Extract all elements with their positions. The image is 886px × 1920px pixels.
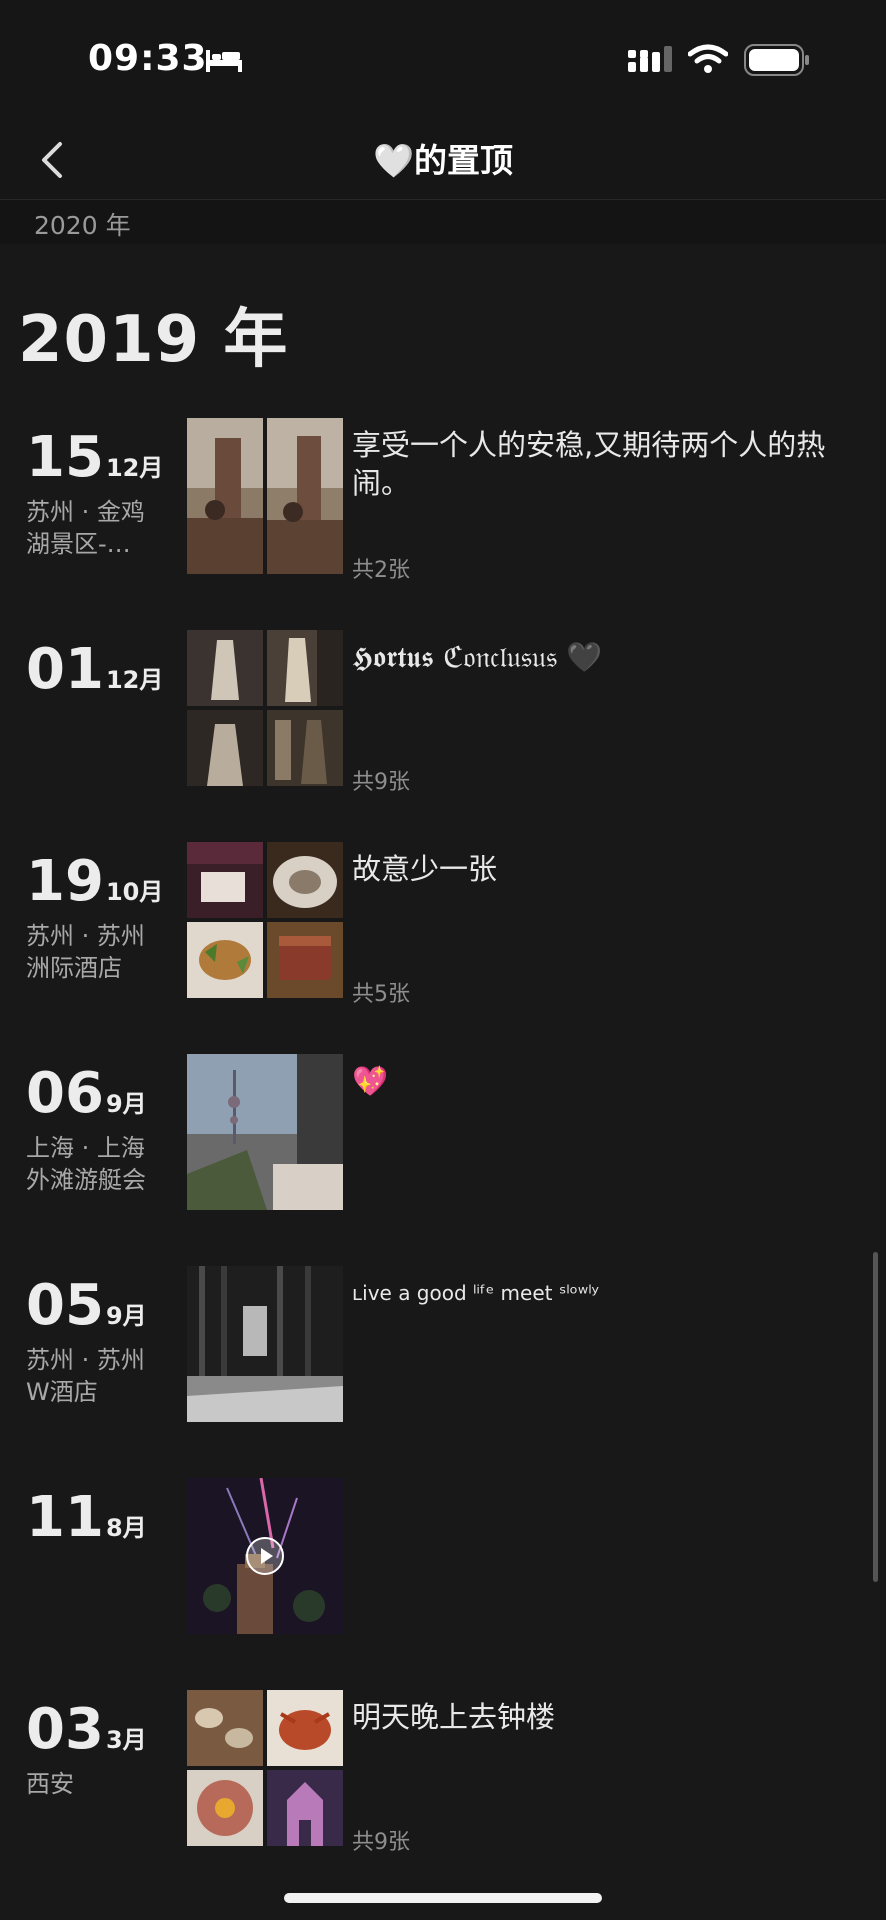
photo-thumbnail [187, 418, 263, 574]
battery-icon [744, 44, 809, 76]
entry-date: 118月 [26, 1488, 176, 1548]
entry-day: 19 [26, 849, 104, 914]
entry-caption: 明天晚上去钟楼 [352, 1700, 556, 1734]
entry-month: 3月 [105, 1726, 147, 1754]
photo-thumbnail [267, 842, 343, 918]
navigation-bar: 🤍的置顶 [0, 120, 886, 200]
entry-month: 8月 [105, 1514, 147, 1542]
timeline-entry[interactable]: 1910月 苏州 · 苏州洲际酒店 故意少一张 共5张 [0, 842, 886, 1012]
entry-day: 11 [26, 1485, 104, 1550]
entry-caption: ʟive a good ˡⁱᶠᵉ meet ˢˡᵒʷˡʸ [352, 1281, 599, 1305]
app-screen: 09:33 🤍的置顶 2020 年 2019 年 1512月 苏州 · 金鸡湖景… [0, 0, 886, 1920]
entry-day: 01 [26, 637, 104, 702]
photo-thumbnail [187, 1770, 263, 1846]
status-time: 09:33 [88, 38, 208, 79]
entry-location: 西安 [26, 1770, 74, 1798]
sticky-year-label: 2020 年 [34, 211, 131, 240]
page-title: 🤍的置顶 [372, 141, 514, 180]
entry-location: 苏州 · 苏州W酒店 [26, 1346, 145, 1406]
photo-thumbnail [187, 710, 263, 786]
entry-location: 苏州 · 金鸡湖景区-… [26, 498, 145, 558]
entry-date: 1910月 苏州 · 苏州洲际酒店 [26, 852, 176, 984]
photo-thumbnail [267, 630, 343, 706]
photo-thumbnail [267, 922, 343, 998]
entry-day: 06 [26, 1061, 104, 1126]
entry-day: 03 [26, 1697, 104, 1762]
status-bar: 09:33 [0, 0, 886, 120]
photo-thumbnail [187, 1054, 343, 1210]
play-icon[interactable] [245, 1536, 285, 1576]
sleep-bed-icon [206, 50, 242, 72]
entry-date: 0112月 [26, 640, 176, 708]
photo-thumbnail [267, 710, 343, 786]
entry-photo-grid[interactable] [187, 418, 343, 574]
entry-photo-grid[interactable] [187, 842, 343, 998]
entry-date: 033月 西安 [26, 1700, 176, 1800]
home-indicator[interactable] [284, 1893, 602, 1903]
photo-thumbnail [267, 1690, 343, 1766]
scrollbar[interactable] [873, 1252, 878, 1582]
photo-thumbnail [267, 418, 343, 574]
cellular-signal-icon [628, 46, 672, 72]
photo-thumbnail [187, 922, 263, 998]
entry-month: 10月 [105, 878, 164, 906]
entry-month: 9月 [105, 1302, 147, 1330]
entry-date: 1512月 苏州 · 金鸡湖景区-… [26, 428, 176, 560]
entry-location: 苏州 · 苏州洲际酒店 [26, 922, 145, 982]
entry-caption: 故意少一张 [352, 852, 498, 886]
entry-month: 12月 [105, 454, 164, 482]
photo-thumbnail [187, 842, 263, 918]
entry-caption: 💖 [352, 1064, 389, 1098]
entry-day: 15 [26, 425, 104, 490]
entry-date: 059月 苏州 · 苏州W酒店 [26, 1276, 176, 1408]
timeline-entry[interactable]: 0112月 𝕳𝖔𝖗𝖙𝖚𝖘 ℭ𝔬𝔫𝔠𝔩𝔲𝔰𝔲𝔰 🖤 共9张 [0, 630, 886, 800]
entry-photo-count: 共9张 [352, 1830, 410, 1855]
photo-thumbnail [187, 1266, 343, 1422]
entry-photo-count: 共2张 [352, 558, 410, 583]
wifi-icon [688, 44, 728, 73]
entry-photo-count: 共5张 [352, 982, 410, 1007]
photo-thumbnail [187, 1690, 263, 1766]
entry-day: 05 [26, 1273, 104, 1338]
entry-photo-grid[interactable] [187, 630, 343, 786]
timeline-entry[interactable]: 059月 苏州 · 苏州W酒店 ʟive a good ˡⁱᶠᵉ meet ˢˡ… [0, 1266, 886, 1436]
timeline-entry[interactable]: 069月 上海 · 上海外滩游艇会 💖 [0, 1054, 886, 1224]
entry-caption: 享受一个人的安稳,又期待两个人的热闹。 [352, 428, 826, 500]
entry-video-thumbnail[interactable] [187, 1478, 343, 1634]
entry-month: 12月 [105, 666, 164, 694]
year-heading: 2019 年 [18, 303, 289, 377]
entry-photo-grid[interactable] [187, 1054, 343, 1210]
timeline-entry[interactable]: 118月 [0, 1478, 886, 1648]
entry-photo-grid[interactable] [187, 1266, 343, 1422]
entry-photo-count: 共9张 [352, 770, 410, 795]
entry-caption: 𝕳𝖔𝖗𝖙𝖚𝖘 ℭ𝔬𝔫𝔠𝔩𝔲𝔰𝔲𝔰 🖤 [352, 640, 603, 674]
entry-photo-grid[interactable] [187, 1690, 343, 1846]
timeline-entry[interactable]: 033月 西安 明天晚上去钟楼 共9张 [0, 1690, 886, 1860]
sticky-year-header: 2020 年 [0, 200, 886, 244]
entry-location: 上海 · 上海外滩游艇会 [26, 1134, 146, 1194]
entry-date: 069月 上海 · 上海外滩游艇会 [26, 1064, 176, 1196]
timeline-entry[interactable]: 1512月 苏州 · 金鸡湖景区-… 享受一个人的安稳,又期待两个人的热闹。 共… [0, 418, 886, 588]
photo-thumbnail [267, 1770, 343, 1846]
entry-month: 9月 [105, 1090, 147, 1118]
photo-thumbnail [187, 630, 263, 706]
